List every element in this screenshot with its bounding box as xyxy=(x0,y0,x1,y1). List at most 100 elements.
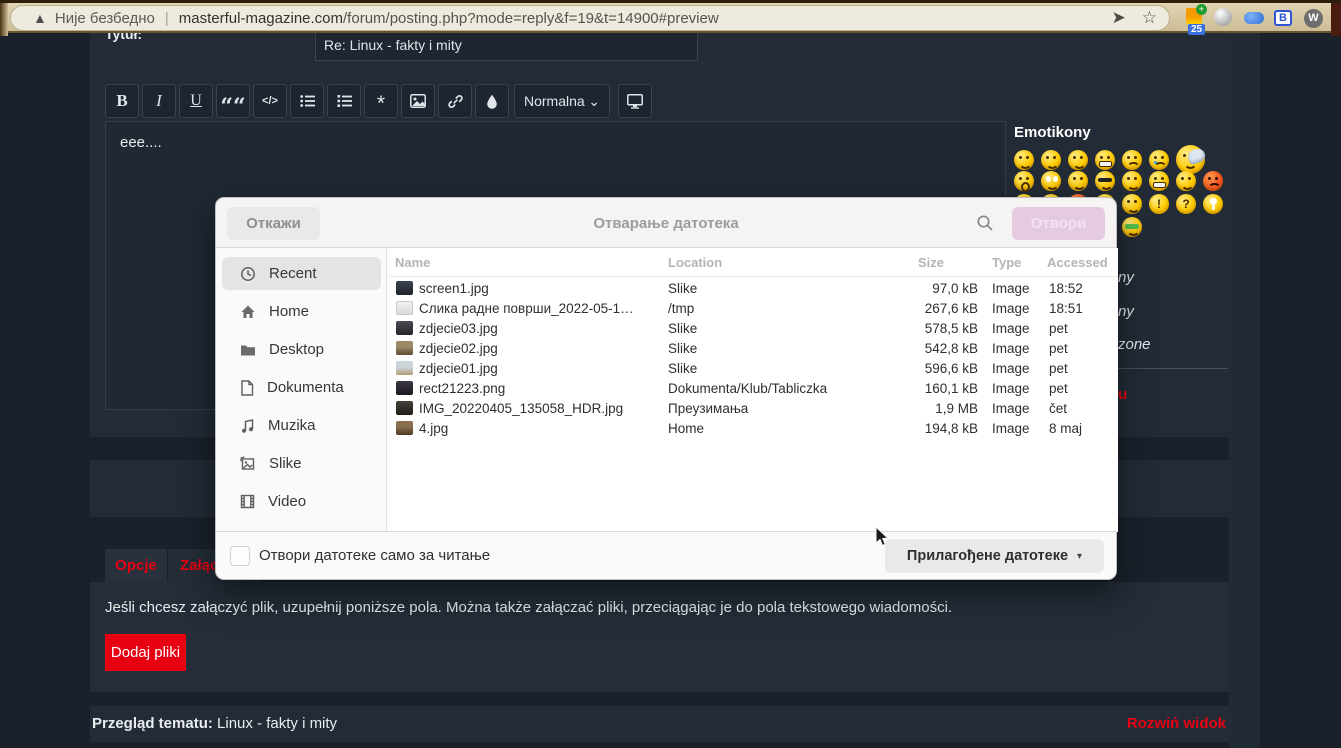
file-accessed: pet xyxy=(1049,381,1068,396)
column-header-size[interactable]: Size xyxy=(918,255,944,270)
send-icon[interactable]: ➤ xyxy=(1112,8,1126,28)
bold-button[interactable]: B xyxy=(105,84,139,118)
sidebar-item-label: Slike xyxy=(269,455,302,472)
extension-chat-icon[interactable] xyxy=(1244,8,1265,29)
font-color-button[interactable] xyxy=(475,84,509,118)
wink-emoticon[interactable] xyxy=(1122,194,1142,214)
file-thumbnail-icon xyxy=(396,361,413,375)
red-link-fragment[interactable]: u xyxy=(1118,386,1127,403)
link-fragment[interactable]: ny xyxy=(1118,269,1134,286)
file-size: 578,5 kB xyxy=(888,321,978,336)
extension-b-icon[interactable]: B xyxy=(1274,10,1295,31)
cancel-button[interactable]: Откажи xyxy=(227,207,320,240)
sidebar-item-home[interactable]: Home xyxy=(222,295,381,328)
paragraph-style-select[interactable]: Normalna ⌄ xyxy=(514,84,610,118)
add-files-button[interactable]: Dodaj pliki xyxy=(105,634,186,671)
sidebar-item-pictures[interactable]: Slike xyxy=(222,447,381,480)
file-accessed: 8 maj xyxy=(1049,421,1082,436)
sidebar-item-label: Recent xyxy=(269,265,317,282)
column-header-type[interactable]: Type xyxy=(992,255,1021,270)
link-icon xyxy=(448,94,463,109)
address-bar[interactable]: ▲ Није безбедно | masterful-magazine.com… xyxy=(10,5,1170,31)
tab-options[interactable]: Opcje xyxy=(105,549,167,582)
film-icon xyxy=(240,494,255,509)
file-accessed: 18:52 xyxy=(1049,281,1083,296)
table-row[interactable]: zdjecie01.jpg Slike 596,6 kB Image pet xyxy=(388,359,1118,379)
link-fragment[interactable]: zone xyxy=(1118,336,1151,353)
file-type: Image xyxy=(992,321,1030,336)
table-row[interactable]: zdjecie02.jpg Slike 542,8 kB Image pet xyxy=(388,339,1118,359)
sunglasses-emoticon[interactable] xyxy=(1095,171,1115,191)
fullscreen-button[interactable] xyxy=(618,84,652,118)
sidebar-item-label: Desktop xyxy=(269,341,324,358)
angry-emoticon[interactable] xyxy=(1203,171,1223,191)
file-accessed: čet xyxy=(1049,401,1067,416)
insert-image-button[interactable] xyxy=(401,84,435,118)
facepalm-emoticon[interactable] xyxy=(1176,145,1205,174)
idea-emoticon[interactable] xyxy=(1203,194,1223,214)
url-domain: masterful-magazine.com xyxy=(179,10,343,27)
table-row[interactable]: zdjecie03.jpg Slike 578,5 kB Image pet xyxy=(388,319,1118,339)
image-icon xyxy=(410,94,426,108)
sad-emoticon[interactable] xyxy=(1122,150,1142,170)
file-location: Slike xyxy=(668,341,697,356)
expand-view-link[interactable]: Rozwiń widok xyxy=(1127,715,1226,732)
chrome-left-edge xyxy=(0,3,8,36)
sidebar-item-music[interactable]: Muzika xyxy=(222,409,381,442)
sidebar-item-desktop[interactable]: Desktop xyxy=(222,333,381,366)
thinking-emoticon[interactable] xyxy=(1068,171,1088,191)
link-fragment[interactable]: ny xyxy=(1118,303,1134,320)
question-emoticon[interactable]: ? xyxy=(1176,194,1196,214)
smile-emoticon[interactable] xyxy=(1041,150,1061,170)
ordered-list-button[interactable] xyxy=(327,84,361,118)
smirk-emoticon[interactable] xyxy=(1068,150,1088,170)
list-item-button[interactable]: * xyxy=(364,84,398,118)
open-button[interactable]: Отвори xyxy=(1012,207,1105,240)
table-row[interactable]: 4.jpg Home 194,8 kB Image 8 maj xyxy=(388,419,1118,439)
table-row[interactable]: Слика радне површи_2022-05-1… /tmp 267,6… xyxy=(388,299,1118,319)
shocked-emoticon[interactable] xyxy=(1014,171,1034,191)
clock-recent-icon xyxy=(240,266,256,282)
attachments-hint-text: Jeśli chcesz załączyć plik, uzupełnij po… xyxy=(105,599,952,616)
file-name: zdjecie03.jpg xyxy=(419,321,498,336)
exclamation-emoticon[interactable]: ! xyxy=(1149,194,1169,214)
laughing-emoticon[interactable] xyxy=(1122,171,1142,191)
nerd-emoticon[interactable] xyxy=(1122,217,1142,237)
grimace-emoticon[interactable] xyxy=(1149,171,1169,191)
bookmark-star-icon[interactable]: ☆ xyxy=(1142,8,1157,28)
column-header-name[interactable]: Name xyxy=(395,255,430,270)
crying-emoticon[interactable] xyxy=(1149,150,1169,170)
sidebar-item-recent[interactable]: Recent xyxy=(222,257,381,290)
sidebar-item-label: Muzika xyxy=(268,417,316,434)
italic-button[interactable]: I xyxy=(142,84,176,118)
code-button[interactable]: </> xyxy=(253,84,287,118)
file-size: 267,6 kB xyxy=(888,301,978,316)
extension-globe-icon[interactable] xyxy=(1214,8,1235,29)
wide-eyes-emoticon[interactable] xyxy=(1041,171,1061,191)
insert-link-button[interactable] xyxy=(438,84,472,118)
plus-badge-icon: + xyxy=(1196,4,1207,15)
tongue-emoticon[interactable] xyxy=(1176,171,1196,191)
column-header-location[interactable]: Location xyxy=(668,255,722,270)
readonly-checkbox[interactable] xyxy=(230,546,250,566)
table-row[interactable]: rect21223.png Dokumenta/Klub/Tabliczka 1… xyxy=(388,379,1118,399)
table-row[interactable]: screen1.jpg Slike 97,0 kB Image 18:52 xyxy=(388,279,1118,299)
home-icon xyxy=(240,304,256,320)
file-location: Dokumenta/Klub/Tabliczka xyxy=(668,381,827,396)
bullet-list-button[interactable] xyxy=(290,84,324,118)
file-filter-button[interactable]: Прилагођене датотеке ▾ xyxy=(885,539,1104,573)
tongue-devil-emoticon[interactable] xyxy=(1095,150,1115,170)
extension-w-icon[interactable]: W xyxy=(1304,9,1325,30)
grin-emoticon[interactable] xyxy=(1014,150,1034,170)
sidebar-item-video[interactable]: Video xyxy=(222,485,381,518)
sidebar-item-documents[interactable]: Dokumenta xyxy=(222,371,381,404)
file-list: Name Location Size Type Accessed screen1… xyxy=(388,248,1118,532)
search-button[interactable] xyxy=(976,214,994,237)
file-location: Slike xyxy=(668,321,697,336)
file-thumbnail-icon xyxy=(396,301,413,315)
column-header-accessed[interactable]: Accessed xyxy=(1047,255,1108,270)
table-row[interactable]: IMG_20220405_135058_HDR.jpg Преузимања 1… xyxy=(388,399,1118,419)
quote-button[interactable]: ““ xyxy=(216,84,250,118)
extension-shopping-icon[interactable]: + 25 xyxy=(1186,8,1207,29)
underline-button[interactable]: U xyxy=(179,84,213,118)
